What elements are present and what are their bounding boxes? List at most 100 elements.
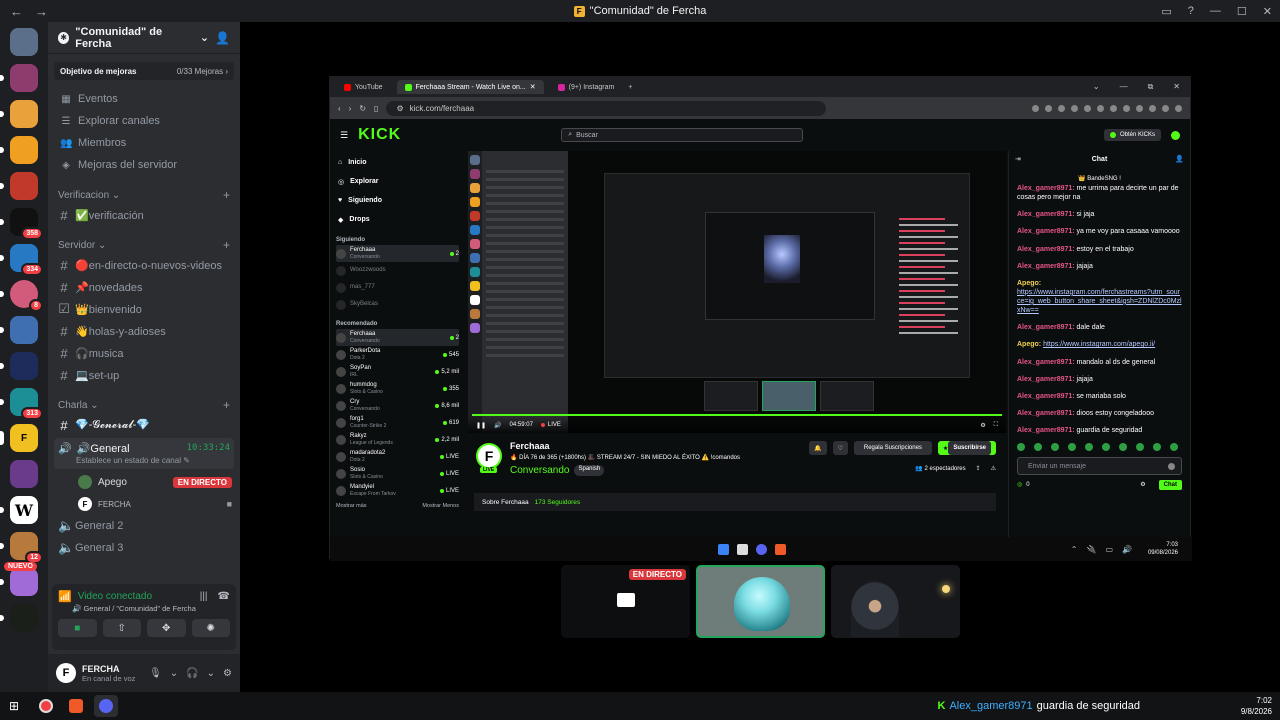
- channel-status-hint[interactable]: Establece un estado de canal: [76, 456, 181, 465]
- inbox-icon[interactable]: ▭: [1161, 5, 1171, 18]
- chat-link[interactable]: https://www.instagram.com/ferchastreams?…: [1017, 289, 1182, 314]
- kick-channel-item[interactable]: SkyBelcas: [336, 296, 459, 313]
- signal-icon[interactable]: 📶: [58, 590, 72, 603]
- windows-start-icon[interactable]: ⊞: [0, 699, 28, 713]
- server-icon-gta[interactable]: [0, 64, 38, 92]
- chat-send-button[interactable]: Chat: [1158, 479, 1182, 490]
- chevron-down-icon[interactable]: ⌄: [207, 668, 215, 679]
- server-icon-10[interactable]: [0, 352, 38, 380]
- taskbar-clock[interactable]: 7:02 9/8/2026: [1241, 695, 1272, 717]
- add-channel-icon[interactable]: +: [223, 398, 230, 412]
- gift-subs-button[interactable]: Regala Suscripciones: [853, 441, 932, 455]
- tile-screen-share[interactable]: EN DIRECTO: [561, 565, 690, 638]
- chat-username[interactable]: Alex_gamer8971:: [1017, 211, 1075, 218]
- voice-channel-general-2[interactable]: 🔈 General 2: [48, 515, 240, 537]
- forward-icon[interactable]: ›: [349, 104, 352, 113]
- fullscreen-icon[interactable]: ⛶: [994, 422, 998, 429]
- server-icon-15[interactable]: 12: [0, 532, 43, 564]
- collapse-chat-icon[interactable]: ⇥: [1015, 155, 1021, 163]
- close-icon[interactable]: ✕: [1263, 5, 1272, 18]
- chat-username[interactable]: Alex_gamer8971:: [1017, 263, 1075, 270]
- server-icon-16[interactable]: [0, 568, 38, 596]
- bookmark-icon[interactable]: ▯: [374, 104, 378, 113]
- category-servidor[interactable]: Servidor ⌄ +: [48, 226, 240, 254]
- chat-username[interactable]: Alex_gamer8971:: [1017, 185, 1075, 192]
- tile-apego[interactable]: [696, 565, 825, 638]
- heart-icon[interactable]: ♡: [832, 441, 848, 455]
- microphone-icon[interactable]: 🎙: [149, 668, 162, 679]
- share-icon[interactable]: ⇪: [976, 465, 981, 472]
- menu-members[interactable]: 👥 Miembros: [48, 132, 240, 154]
- help-icon[interactable]: ?: [1188, 5, 1194, 17]
- emoji-icon[interactable]: [1168, 462, 1175, 470]
- screen-share-stream[interactable]: YouTube Ferchaaa Stream - Watch Live on.…: [329, 76, 1191, 559]
- screen-share-button[interactable]: ⇧: [102, 619, 141, 637]
- chat-settings-icon[interactable]: ⚙: [1135, 479, 1150, 490]
- chat-username[interactable]: Alex_gamer8971:: [1017, 324, 1075, 331]
- kick-channel-item[interactable]: Mandyiel Escape From Tarkov LIVE: [336, 482, 459, 499]
- server-icon-4[interactable]: [0, 136, 38, 164]
- nav-explorar[interactable]: ◎ Explorar: [336, 172, 459, 191]
- tile-fercha-camera[interactable]: [831, 565, 960, 638]
- subscribe-button[interactable]: ★ Suscribirse: [937, 441, 996, 455]
- kick-channel-item[interactable]: mas_777: [336, 279, 459, 296]
- reload-icon[interactable]: ↻: [359, 104, 366, 113]
- browser-tab-instagram[interactable]: (9+) Instagram: [550, 81, 623, 94]
- taskbar-app-1[interactable]: [34, 695, 58, 717]
- chevron-down-icon[interactable]: ⌄: [170, 668, 178, 679]
- server-icon-3[interactable]: [0, 100, 38, 128]
- category-verificacion[interactable]: Verificacion ⌄ +: [48, 176, 240, 204]
- channel-holas-y-adioses[interactable]: # 👋holas-y-adioses: [48, 320, 240, 342]
- channel-name[interactable]: Ferchaaa: [510, 441, 550, 451]
- voice-channel-general[interactable]: 🔊 🔊General 10:33:24 Establece un estado …: [54, 438, 234, 469]
- kick-channel-item[interactable]: Woozzwoods: [336, 262, 459, 279]
- browser-tab-kick[interactable]: Ferchaaa Stream - Watch Live on... ✕: [396, 80, 544, 94]
- chat-link[interactable]: https://www.instagram.com/apego.ii/: [1043, 341, 1155, 348]
- chat-users-icon[interactable]: 👤: [1175, 155, 1184, 163]
- menu-browse-channels[interactable]: ☰ Explorar canales: [48, 110, 240, 132]
- settings-gear-icon[interactable]: ⚙: [223, 668, 232, 679]
- chat-username[interactable]: Alex_gamer8971:: [1017, 359, 1075, 366]
- menu-icon[interactable]: ☰: [340, 130, 348, 141]
- kick-channel-item[interactable]: ParkerDota Dota 2 545: [336, 346, 459, 363]
- server-icon-13[interactable]: [10, 460, 38, 488]
- video-player[interactable]: ❚❚ 🔊 04:59:07 LIVE ⚙ ⛶: [468, 151, 1006, 433]
- activities-button[interactable]: ✥: [147, 619, 186, 637]
- server-icon-11[interactable]: 313: [0, 388, 43, 420]
- back-icon[interactable]: ‹: [338, 104, 341, 113]
- kick-channel-item[interactable]: Sosio Slots & Casino LIVE: [336, 465, 459, 482]
- kick-channel-item[interactable]: Cry Conversando 8,6 mil: [336, 397, 459, 414]
- channel-verificacion[interactable]: # ✅verificación: [48, 204, 240, 226]
- kick-channel-item[interactable]: Ferchaaa Conversando 2: [336, 329, 459, 346]
- server-icon-5[interactable]: [0, 172, 38, 200]
- chat-username[interactable]: Alex_gamer8971:: [1017, 376, 1075, 383]
- channel-avatar[interactable]: F: [476, 443, 502, 469]
- stream-language[interactable]: Spanish: [574, 465, 605, 476]
- address-bar[interactable]: ⚙ kick.com/ferchaaa: [386, 100, 827, 116]
- channel-musica[interactable]: # 🎧musica: [48, 342, 240, 364]
- show-less-link[interactable]: Mostrar Menos: [422, 503, 459, 509]
- show-more-link[interactable]: Mostrar más: [336, 503, 367, 509]
- report-icon[interactable]: ⚠: [991, 465, 996, 472]
- soundboard-button[interactable]: ✺: [191, 619, 230, 637]
- new-tab-icon[interactable]: +: [628, 84, 632, 91]
- kick-logo[interactable]: KICK: [358, 126, 401, 144]
- channel-general-text[interactable]: # 💎-𝓖𝓮𝓷𝓮𝓻𝓪𝓵-💎: [48, 414, 240, 436]
- chat-username[interactable]: Alex_gamer8971:: [1017, 393, 1075, 400]
- server-header[interactable]: ✱ "Comunidad" de Fercha ⌄ 👤: [48, 22, 240, 54]
- stream-category[interactable]: Conversando: [510, 465, 569, 476]
- channel-en-directo[interactable]: # 🔴en-directo-o-nuevos-videos: [48, 254, 240, 276]
- chat-username[interactable]: Alex_gamer8971:: [1017, 228, 1075, 235]
- server-icon-17[interactable]: [0, 604, 38, 632]
- menu-boosts[interactable]: ◈ Mejoras del servidor: [48, 154, 240, 176]
- channel-novedades[interactable]: # 📌novedades: [48, 276, 240, 298]
- add-channel-icon[interactable]: +: [223, 188, 230, 202]
- server-icon-6[interactable]: 358: [0, 208, 43, 240]
- get-kicks-button[interactable]: Obtén KICKs: [1103, 129, 1161, 141]
- user-avatar[interactable]: F: [56, 663, 76, 683]
- taskbar-discord[interactable]: [94, 695, 118, 717]
- kick-channel-item[interactable]: SoyPan IRL 5,2 mil: [336, 363, 459, 380]
- server-icon-7[interactable]: 334: [0, 244, 43, 276]
- server-icon-wikipedia[interactable]: W: [0, 496, 38, 524]
- chat-username[interactable]: Apego:: [1017, 341, 1041, 348]
